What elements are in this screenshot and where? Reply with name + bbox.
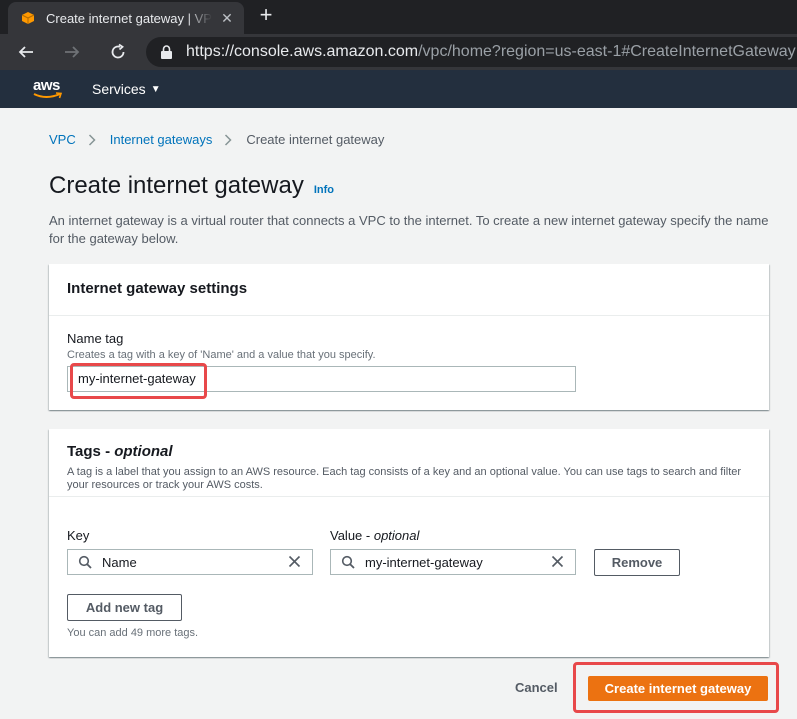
browser-tab-bar: Create internet gateway | VPC Management… <box>0 0 797 34</box>
info-link[interactable]: Info <box>314 184 334 196</box>
aws-top-nav: aws Services ▼ <box>0 70 797 108</box>
name-tag-label: Name tag <box>67 331 124 346</box>
aws-cube-icon <box>20 10 36 26</box>
name-tag-hint: Creates a tag with a key of 'Name' and a… <box>67 349 376 361</box>
breadcrumb-internet-gateways[interactable]: Internet gateways <box>110 132 213 147</box>
close-icon[interactable]: ✕ <box>218 10 236 27</box>
settings-panel-header: Internet gateway settings <box>49 264 769 316</box>
back-icon[interactable] <box>14 40 38 64</box>
highlight-create-button <box>573 662 779 713</box>
browser-tab[interactable]: Create internet gateway | VPC Management… <box>8 2 244 34</box>
breadcrumb-current: Create internet gateway <box>246 132 385 147</box>
highlight-name-tag <box>70 363 207 399</box>
caret-down-icon: ▼ <box>150 83 161 95</box>
tag-key-input[interactable]: Name <box>67 549 313 575</box>
tags-title: Tags - optional <box>67 443 173 460</box>
url-text: https://console.aws.amazon.com/vpc/home?… <box>186 43 797 60</box>
chevron-right-icon <box>88 133 98 146</box>
tags-panel: Tags - optional A tag is a label that yo… <box>49 429 769 657</box>
page-title: Create internet gateway Info <box>49 172 334 199</box>
tag-limit-hint: You can add 49 more tags. <box>67 627 199 639</box>
forward-icon[interactable] <box>60 40 84 64</box>
search-icon <box>78 555 92 569</box>
services-menu[interactable]: Services ▼ <box>92 81 161 97</box>
lock-icon <box>160 44 174 60</box>
tag-value-input[interactable]: my-internet-gateway <box>330 549 576 575</box>
key-label: Key <box>67 528 90 543</box>
address-bar[interactable]: https://console.aws.amazon.com/vpc/home?… <box>146 37 797 67</box>
remove-tag-button[interactable]: Remove <box>594 549 680 576</box>
breadcrumb: VPC Internet gateways Create internet ga… <box>49 132 384 147</box>
breadcrumb-vpc[interactable]: VPC <box>49 132 76 147</box>
value-label: Value - optional <box>330 528 420 543</box>
new-tab-icon[interactable]: + <box>254 4 278 28</box>
page-description: An internet gateway is a virtual router … <box>49 213 769 246</box>
aws-logo[interactable]: aws <box>32 76 64 102</box>
browser-toolbar: https://console.aws.amazon.com/vpc/home?… <box>0 34 797 70</box>
cancel-button[interactable]: Cancel <box>515 680 558 695</box>
tags-description: A tag is a label that you assign to an A… <box>67 466 742 491</box>
clear-icon[interactable] <box>288 555 302 569</box>
reload-icon[interactable] <box>106 40 130 64</box>
clear-icon[interactable] <box>551 555 565 569</box>
add-new-tag-button[interactable]: Add new tag <box>67 594 182 621</box>
chevron-right-icon <box>224 133 234 146</box>
tab-title: Create internet gateway | VPC Management… <box>46 10 212 26</box>
search-icon <box>341 555 355 569</box>
main-content: VPC Internet gateways Create internet ga… <box>14 108 797 719</box>
tags-panel-header: Tags - optional A tag is a label that yo… <box>49 429 769 497</box>
